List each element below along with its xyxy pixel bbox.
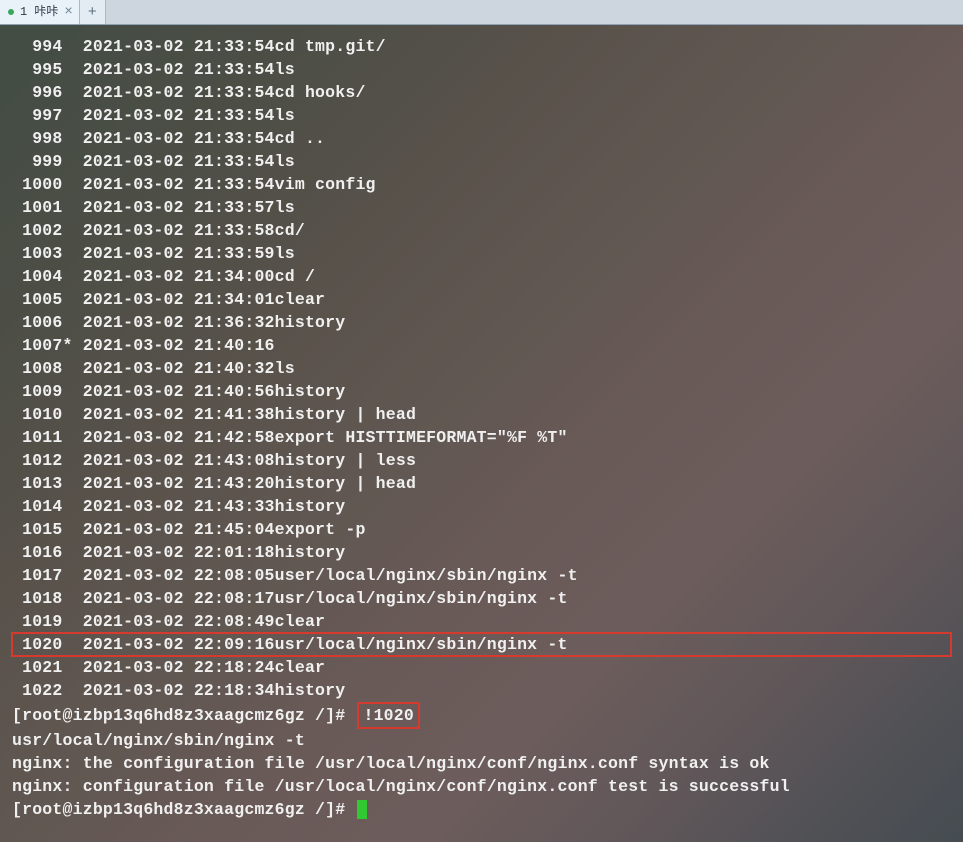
history-row: 995 2021-03-02 21:33:54ls [12,58,951,81]
stdout-line: nginx: the configuration file /usr/local… [12,752,951,775]
prompt-line[interactable]: [root@izbp13q6hd8z3xaagcmz6gz /]# [12,798,951,821]
close-icon[interactable]: × [64,1,72,24]
history-row: 1019 2021-03-02 22:08:49clear [12,610,951,633]
typed-command: !1020 [357,702,420,729]
tab-session-1[interactable]: 1 咔咔 × [0,0,80,24]
shell-prompt: [root@izbp13q6hd8z3xaagcmz6gz /]# [12,800,355,819]
shell-prompt: [root@izbp13q6hd8z3xaagcmz6gz /]# [12,706,355,725]
history-row: 1004 2021-03-02 21:34:00cd / [12,265,951,288]
new-tab-button[interactable]: + [80,0,106,24]
history-row: 1014 2021-03-02 21:43:33history [12,495,951,518]
history-row: 1013 2021-03-02 21:43:20history | head [12,472,951,495]
history-row: 1018 2021-03-02 22:08:17usr/local/nginx/… [12,587,951,610]
history-row: 1017 2021-03-02 22:08:05user/local/nginx… [12,564,951,587]
history-row: 1005 2021-03-02 21:34:01clear [12,288,951,311]
history-row: 1000 2021-03-02 21:33:54vim config [12,173,951,196]
history-row: 1020 2021-03-02 22:09:16usr/local/nginx/… [12,633,951,656]
stdout-line: usr/local/nginx/sbin/nginx -t [12,729,951,752]
history-row: 1012 2021-03-02 21:43:08history | less [12,449,951,472]
tab-label: 1 咔咔 [20,1,58,24]
stdout-line: nginx: configuration file /usr/local/ngi… [12,775,951,798]
prompt-line: [root@izbp13q6hd8z3xaagcmz6gz /]# !1020 [12,702,951,729]
history-row: 1022 2021-03-02 22:18:34history [12,679,951,702]
history-row: 1007* 2021-03-02 21:40:16 [12,334,951,357]
cursor-block [357,800,367,819]
history-row: 1009 2021-03-02 21:40:56history [12,380,951,403]
plus-icon: + [88,1,97,24]
status-dot-icon [8,9,14,15]
history-row: 1001 2021-03-02 21:33:57ls [12,196,951,219]
history-row: 999 2021-03-02 21:33:54ls [12,150,951,173]
history-row: 996 2021-03-02 21:33:54cd hooks/ [12,81,951,104]
history-row: 997 2021-03-02 21:33:54ls [12,104,951,127]
history-row: 1006 2021-03-02 21:36:32history [12,311,951,334]
history-row: 994 2021-03-02 21:33:54cd tmp.git/ [12,35,951,58]
history-row: 1002 2021-03-02 21:33:58cd/ [12,219,951,242]
history-row: 1003 2021-03-02 21:33:59ls [12,242,951,265]
history-row: 998 2021-03-02 21:33:54cd .. [12,127,951,150]
history-row: 1010 2021-03-02 21:41:38history | head [12,403,951,426]
history-row: 1011 2021-03-02 21:42:58export HISTTIMEF… [12,426,951,449]
terminal-output[interactable]: 994 2021-03-02 21:33:54cd tmp.git/ 995 2… [0,25,963,842]
history-row: 1021 2021-03-02 22:18:24clear [12,656,951,679]
history-row: 1015 2021-03-02 21:45:04export -p [12,518,951,541]
history-row: 1016 2021-03-02 22:01:18history [12,541,951,564]
history-row: 1008 2021-03-02 21:40:32ls [12,357,951,380]
tab-bar: 1 咔咔 × + [0,0,963,25]
